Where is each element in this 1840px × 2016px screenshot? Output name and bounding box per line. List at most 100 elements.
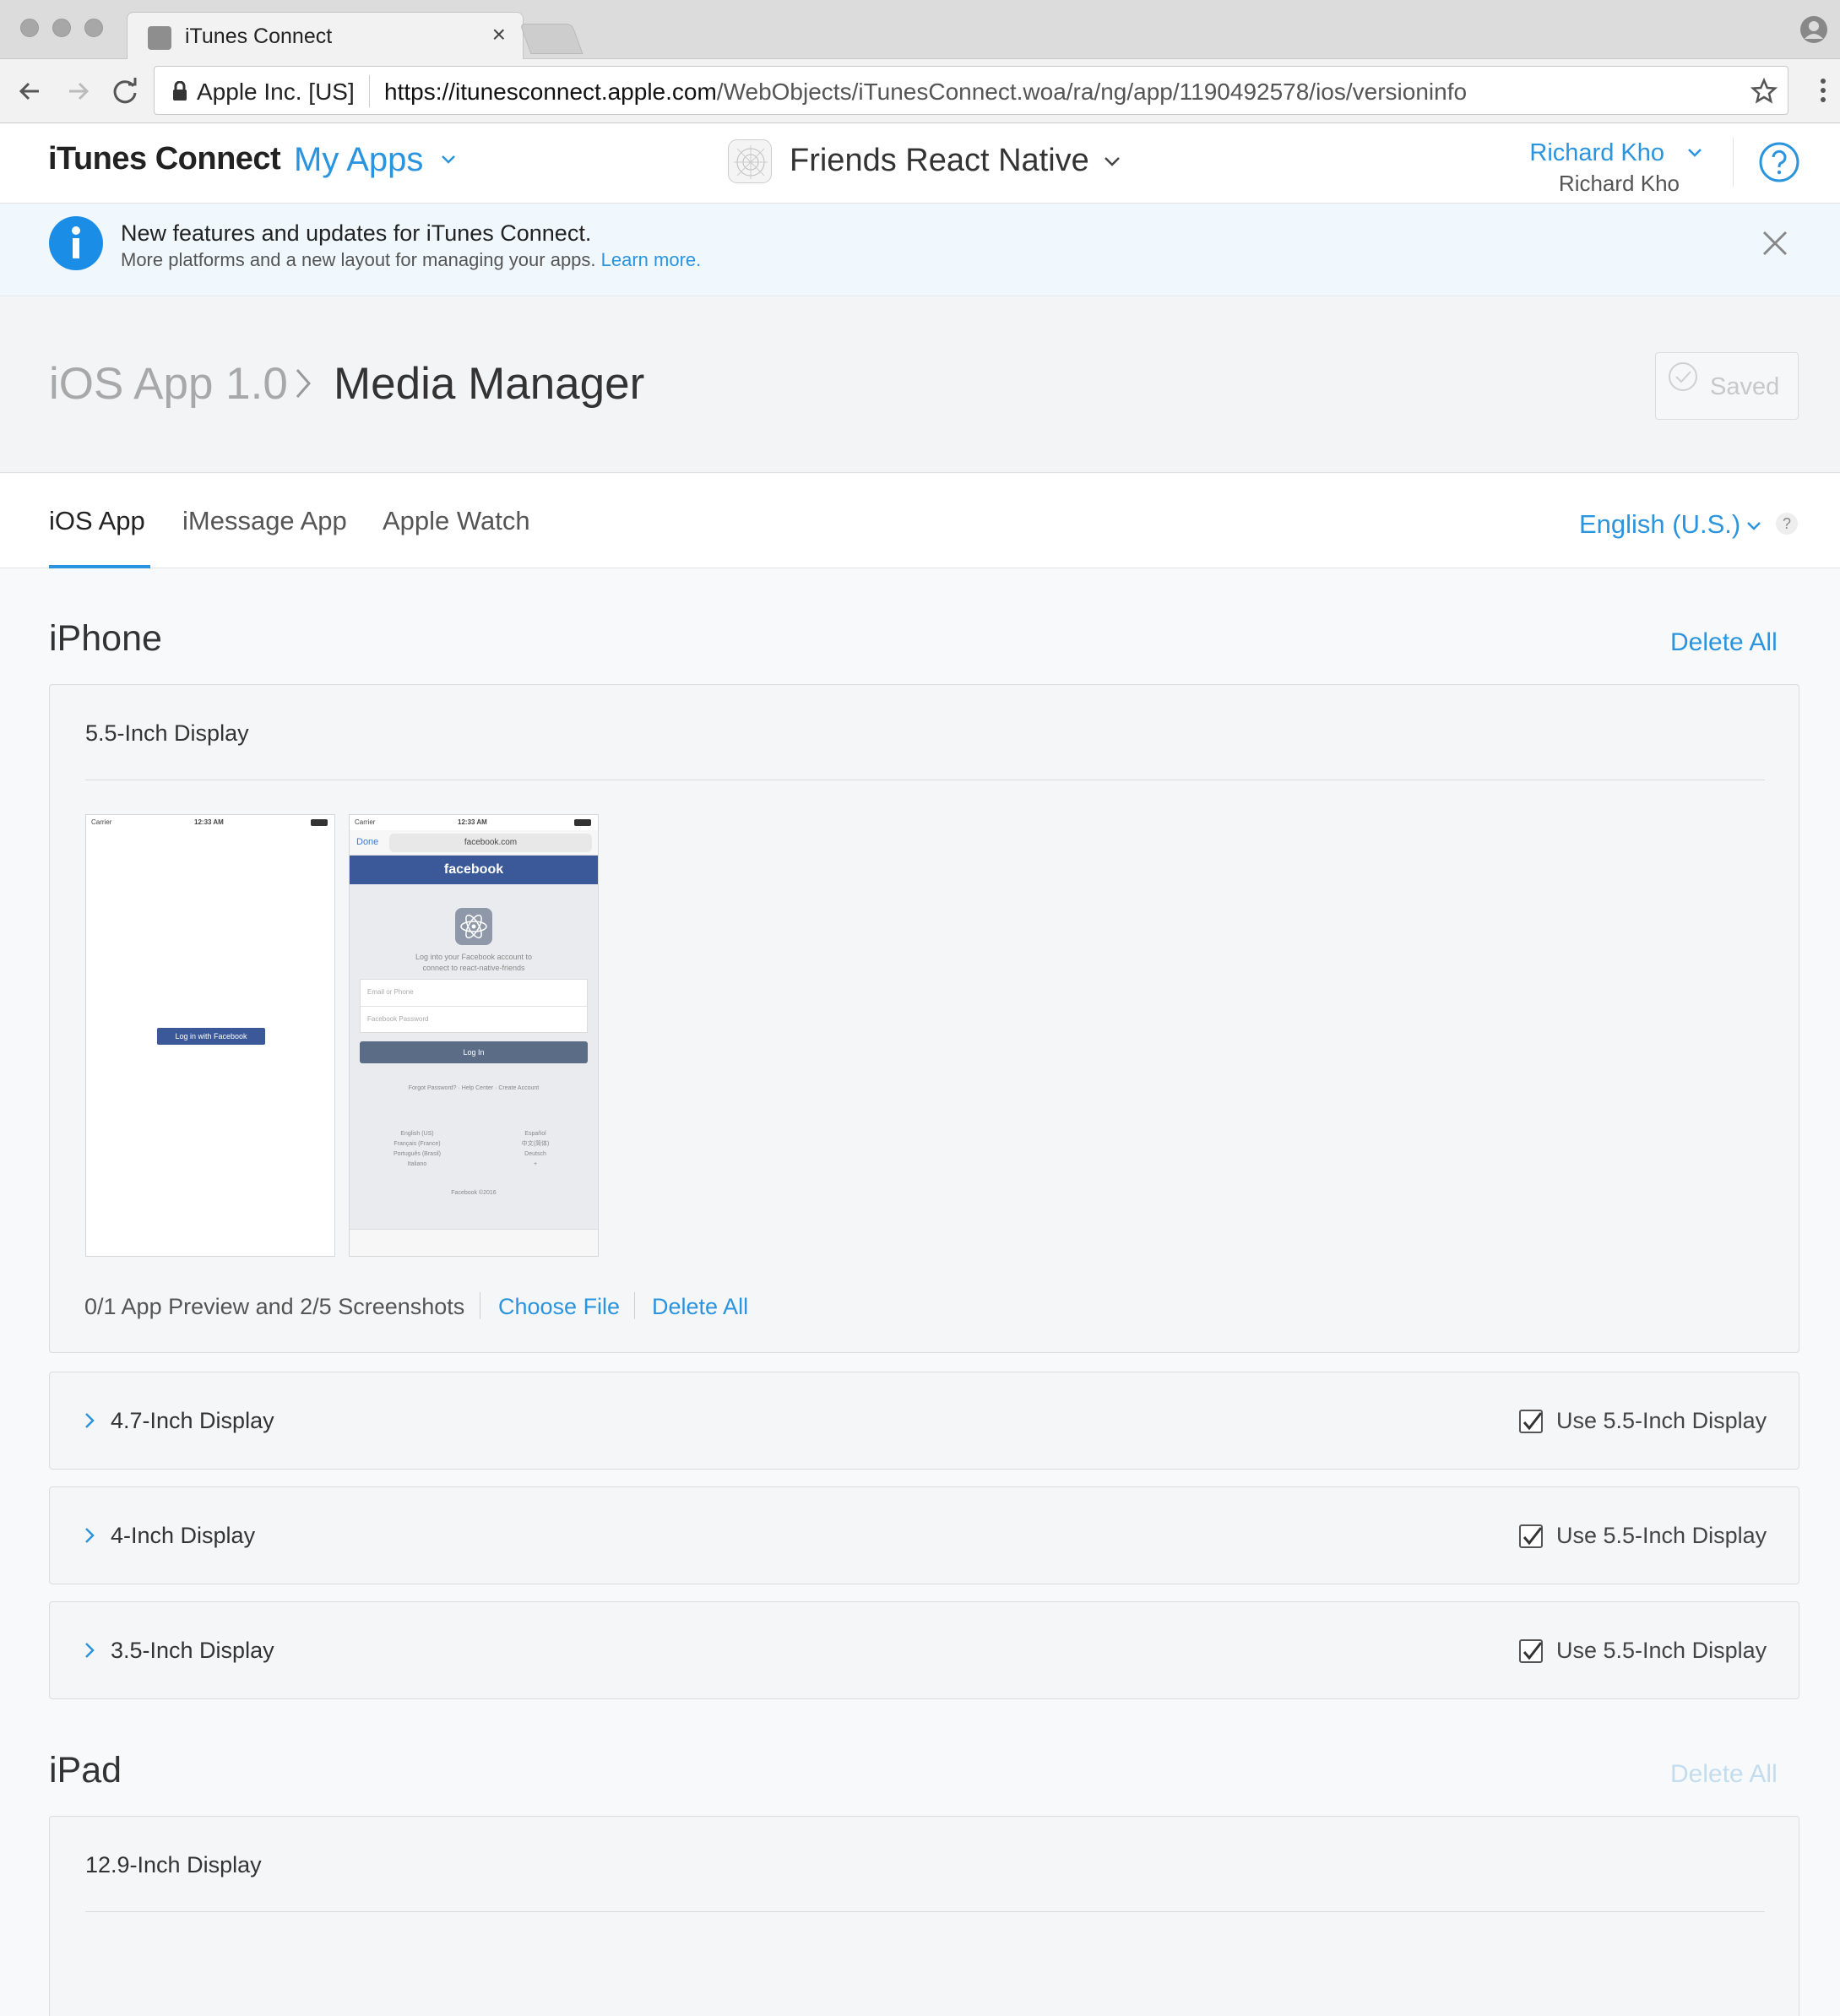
app-icon	[728, 139, 772, 183]
battery-icon	[311, 819, 328, 826]
use-5-5-checkbox[interactable]	[1519, 1639, 1543, 1663]
lang-item: Italiano	[407, 1161, 427, 1167]
display-title: 12.9-Inch Display	[85, 1852, 262, 1877]
breadcrumb-parent[interactable]: iOS App 1.0	[49, 358, 288, 410]
panel-divider	[85, 1911, 1765, 1912]
user-account-name: Richard Kho	[1558, 171, 1680, 196]
saved-label: Saved	[1710, 373, 1780, 400]
brand-title[interactable]: iTunes Connect	[48, 141, 281, 177]
lang-item: Español	[524, 1131, 546, 1137]
facebook-header: facebook	[350, 856, 598, 884]
safari-bar: Done facebook.com	[350, 830, 598, 856]
chevron-right-icon[interactable]	[84, 1526, 95, 1545]
choose-file-button[interactable]: Choose File	[498, 1294, 620, 1320]
done-label: Done	[356, 837, 379, 847]
info-banner: New features and updates for iTunes Conn…	[0, 204, 1840, 296]
reload-icon[interactable]	[108, 74, 142, 108]
chevron-right-icon[interactable]	[84, 1411, 95, 1430]
screenshot-1[interactable]: Carrier 12:33 AM Log in with Facebook	[85, 814, 335, 1257]
window-close-button[interactable]	[20, 19, 39, 37]
checkbox-label[interactable]: Use 5.5-Inch Display	[1556, 1523, 1767, 1549]
display-title: 5.5-Inch Display	[85, 720, 249, 746]
checkbox-label[interactable]: Use 5.5-Inch Display	[1556, 1408, 1767, 1434]
window-minimize-button[interactable]	[52, 19, 71, 37]
chevron-right-icon[interactable]	[84, 1641, 95, 1660]
time-label: 12:33 AM	[458, 818, 487, 826]
chevron-down-icon[interactable]	[1746, 521, 1761, 531]
chevron-down-icon[interactable]	[1687, 148, 1702, 158]
use-5-5-checkbox[interactable]	[1519, 1524, 1543, 1548]
lang-item: Deutsch	[524, 1151, 546, 1157]
lang-item: +	[533, 1161, 538, 1167]
display-panel-12-9: 12.9-Inch Display	[49, 1816, 1799, 2016]
header-divider	[1733, 138, 1734, 187]
window-zoom-button[interactable]	[84, 19, 103, 37]
browser-tab-bar: iTunes Connect ×	[0, 0, 1840, 60]
page-title: Media Manager	[334, 359, 645, 409]
section-title-ipad: iPad	[49, 1750, 122, 1790]
checkbox-label[interactable]: Use 5.5-Inch Display	[1556, 1638, 1767, 1664]
ipad-delete-all-button[interactable]: Delete All	[1670, 1760, 1778, 1789]
carrier-label: Carrier	[91, 818, 112, 826]
learn-more-link[interactable]: Learn more.	[601, 249, 702, 270]
user-menu[interactable]: Richard Kho	[1529, 139, 1664, 167]
app-header: iTunes Connect My Apps Friends React Nat…	[0, 124, 1840, 204]
chevron-down-icon[interactable]	[441, 155, 456, 165]
iphone-delete-all-button[interactable]: Delete All	[1670, 628, 1778, 657]
back-icon[interactable]	[14, 74, 47, 108]
certificate-org: Apple Inc. [US]	[197, 79, 355, 105]
language-select[interactable]: English (U.S.)	[1579, 509, 1740, 540]
active-tab-indicator	[49, 565, 150, 568]
display-panel-4-0[interactable]: 4-Inch Display Use 5.5-Inch Display	[49, 1486, 1799, 1584]
browser-tab[interactable]: iTunes Connect ×	[127, 12, 524, 60]
lang-item: Français (France)	[394, 1141, 441, 1147]
facebook-footer: Facebook ©2016	[451, 1190, 497, 1196]
status-bar: Carrier 12:33 AM	[350, 815, 598, 830]
tab-imessage-app[interactable]: iMessage App	[182, 506, 347, 536]
atom-icon	[455, 908, 492, 945]
safari-bottom-bar	[350, 1229, 598, 1256]
display-title: 3.5-Inch Display	[111, 1638, 274, 1663]
chevron-right-icon	[294, 367, 312, 400]
chevron-down-icon[interactable]	[1104, 156, 1121, 166]
battery-icon	[574, 819, 591, 826]
new-tab-button[interactable]	[519, 24, 583, 54]
language-list-right: Español 中文(简体) Deutsch +	[493, 1129, 578, 1170]
display-panel-3-5[interactable]: 3.5-Inch Display Use 5.5-Inch Display	[49, 1601, 1799, 1699]
star-icon[interactable]	[1750, 78, 1778, 105]
saved-button: Saved	[1655, 352, 1799, 420]
carrier-label: Carrier	[355, 818, 376, 826]
tab-ios-app[interactable]: iOS App	[49, 506, 145, 536]
close-icon[interactable]	[1761, 229, 1789, 258]
close-icon[interactable]: ×	[492, 21, 506, 48]
url-text[interactable]: https://itunesconnect.apple.com/WebObjec…	[384, 79, 1467, 106]
info-icon	[49, 216, 103, 270]
form-divider	[361, 1006, 587, 1007]
lang-item: Português (Brasil)	[393, 1151, 442, 1157]
address-separator	[369, 75, 370, 107]
menu-icon[interactable]	[1820, 78, 1826, 103]
lang-item: 中文(简体)	[521, 1141, 550, 1147]
url-label: facebook.com	[389, 834, 592, 852]
language-help-icon[interactable]: ?	[1776, 513, 1798, 535]
tab-title: iTunes Connect	[185, 24, 333, 48]
banner-body: More platforms and a new layout for mana…	[121, 249, 601, 270]
display-title: 4-Inch Display	[111, 1523, 256, 1548]
language-list-left: English (US) Français (France) Português…	[366, 1129, 468, 1170]
help-icon[interactable]	[1758, 141, 1800, 183]
tab-apple-watch[interactable]: Apple Watch	[383, 506, 530, 536]
app-switcher[interactable]: Friends React Native	[790, 143, 1089, 179]
display-panel-4-7[interactable]: 4.7-Inch Display Use 5.5-Inch Display	[49, 1372, 1799, 1470]
use-5-5-checkbox[interactable]	[1519, 1410, 1543, 1433]
section-title-iphone: iPhone	[49, 618, 162, 659]
lock-icon	[171, 81, 188, 101]
profile-icon[interactable]	[1799, 15, 1828, 44]
address-bar[interactable]: Apple Inc. [US] https://itunesconnect.ap…	[154, 66, 1788, 115]
checkmark-circle-icon	[1668, 361, 1702, 395]
my-apps-menu[interactable]: My Apps	[294, 141, 423, 179]
delete-all-screenshots-button[interactable]: Delete All	[652, 1294, 748, 1320]
facebook-body: Log into your Facebook account to connec…	[350, 884, 598, 1229]
media-content: iPhone Delete All 5.5-Inch Display Carri…	[0, 569, 1840, 2016]
screenshot-2[interactable]: Carrier 12:33 AM Done facebook.com faceb…	[349, 814, 599, 1257]
forward-icon[interactable]	[61, 74, 95, 108]
